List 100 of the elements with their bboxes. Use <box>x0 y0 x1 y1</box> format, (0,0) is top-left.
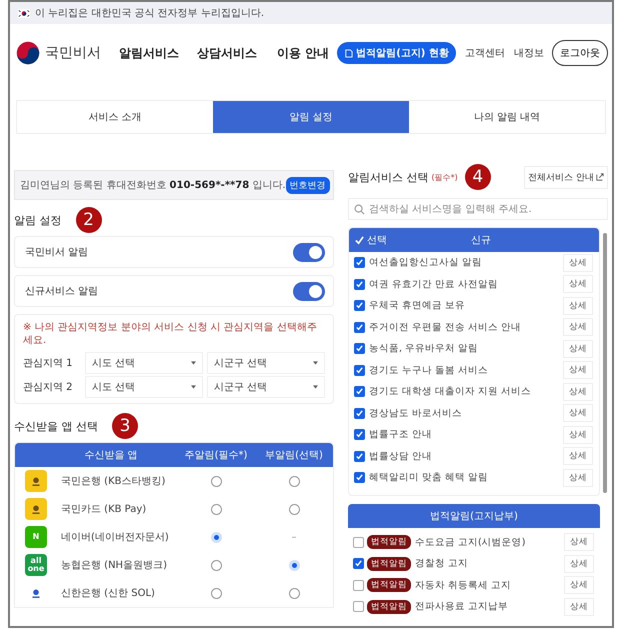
toggle-switch[interactable] <box>293 282 325 300</box>
service-name: 경기도 누구나 돌봄 서비스 <box>368 364 490 377</box>
banner-text: 이 누리집은 대한민국 공식 전자정부 누리집입니다. <box>35 7 264 20</box>
caret-icon <box>191 361 196 365</box>
header-link[interactable]: 내정보 <box>514 46 544 60</box>
service-name: 주거이전 우편물 전송 서비스 안내 <box>368 320 522 334</box>
checkbox[interactable] <box>354 429 365 440</box>
nav-link[interactable]: 이용 안내 <box>277 44 330 62</box>
service-name: 법률구조 안내 <box>368 428 434 442</box>
legal-tag: 법적알림 <box>367 578 411 592</box>
detail-button[interactable]: 상세 <box>563 361 593 380</box>
detail-button[interactable]: 상세 <box>563 318 593 336</box>
radio-button[interactable] <box>288 476 300 486</box>
app-icon: all one <box>25 554 47 576</box>
checkbox[interactable] <box>354 278 365 290</box>
step-badge: 2 <box>76 207 102 233</box>
legal-notice-button[interactable]: 법적알림(고지) 현황 <box>337 42 456 64</box>
service-name: 경찰청 고지 <box>414 557 470 570</box>
checkbox[interactable] <box>354 386 365 398</box>
detail-button[interactable]: 상세 <box>563 296 593 315</box>
caret-icon <box>313 361 318 365</box>
section-title: 알림서비스 선택 <box>348 170 428 184</box>
district-select[interactable]: 시군구 선택 <box>207 352 325 374</box>
detail-button[interactable]: 상세 <box>563 254 593 272</box>
detail-button[interactable]: 상세 <box>563 447 593 466</box>
search-icon <box>354 204 365 215</box>
service-name: 자동차 취등록세 고지 <box>414 578 512 592</box>
detail-button[interactable]: 상세 <box>563 275 593 294</box>
province-select[interactable]: 시도 선택 <box>85 376 203 398</box>
service-name: 혜택알리미 맞춤 혜택 알림 <box>368 471 490 484</box>
checkbox[interactable] <box>353 536 364 548</box>
detail-button[interactable]: 상세 <box>564 576 594 594</box>
checkbox[interactable] <box>354 450 365 462</box>
service-name: 여선출입항신고사실 알림 <box>368 256 484 270</box>
logo-text[interactable]: 국민비서 <box>45 44 101 62</box>
service-name: 우체국 휴면예금 보유 <box>368 299 466 312</box>
checkbox[interactable] <box>354 472 365 484</box>
check-icon <box>355 236 364 244</box>
detail-button[interactable]: 상세 <box>563 426 593 444</box>
detail-button[interactable]: 상세 <box>564 533 594 552</box>
toggle-label: 신규서비스 알림 <box>25 285 98 298</box>
checkbox[interactable] <box>354 322 365 333</box>
service-name: 농식품, 우유바우처 알림 <box>368 342 480 356</box>
nav-link[interactable]: 상담서비스 <box>197 44 257 62</box>
detail-button[interactable]: 상세 <box>564 554 594 573</box>
detail-button[interactable]: 상세 <box>563 340 593 358</box>
column-header: 선택 <box>367 234 388 247</box>
external-link-icon <box>596 173 604 181</box>
detail-button[interactable]: 상세 <box>563 468 593 487</box>
change-number-button[interactable]: 번호변경 <box>286 176 330 194</box>
service-name: 여권 유효기간 만료 사전알림 <box>368 278 500 291</box>
radio-button[interactable] <box>288 588 300 598</box>
app-name: 네이버(네이버전자문서) <box>60 531 170 544</box>
checkbox[interactable] <box>353 558 364 570</box>
logo-icon[interactable] <box>16 41 40 65</box>
service-name: 전파사용료 고지납부 <box>414 600 510 614</box>
checkbox[interactable] <box>353 601 364 612</box>
radio-button[interactable] <box>288 504 300 514</box>
service-name: 경상남도 바로서비스 <box>368 406 464 420</box>
caret-icon <box>191 385 196 389</box>
radio-button[interactable] <box>210 560 222 570</box>
district-select[interactable]: 시군구 선택 <box>207 376 325 398</box>
app-name: 국민카드 (KB Pay) <box>60 503 148 516</box>
step-badge: 4 <box>464 164 491 190</box>
radio-button[interactable] <box>210 504 222 514</box>
detail-button[interactable]: 상세 <box>563 382 593 401</box>
checkbox[interactable] <box>354 257 365 268</box>
checkbox[interactable] <box>354 300 365 312</box>
legal-tag: 법적알림 <box>367 535 411 550</box>
service-guide-button[interactable]: 전체서비스 안내 <box>524 166 608 188</box>
detail-button[interactable]: 상세 <box>564 598 594 616</box>
service-name: 수도요금 고지(시범운영) <box>414 536 526 549</box>
required-note: (필수*) <box>432 172 458 182</box>
checkbox[interactable] <box>354 364 365 376</box>
region-label: 관심지역 1 <box>23 357 74 370</box>
search-field[interactable]: 검색하실 서비스명을 입력해 주세요. <box>348 198 608 220</box>
province-select[interactable]: 시도 선택 <box>85 352 203 374</box>
caret-icon <box>313 385 318 389</box>
toggle-switch[interactable] <box>293 242 325 262</box>
legal-tag: 법적알림 <box>367 556 411 571</box>
logout-button[interactable]: 로그아웃 <box>552 40 608 66</box>
checkbox[interactable] <box>354 408 365 419</box>
legal-tag: 법적알림 <box>367 600 411 614</box>
document-icon <box>344 48 354 58</box>
radio-button[interactable] <box>210 476 222 486</box>
nav-link[interactable]: 알림서비스 <box>119 44 179 62</box>
checkbox[interactable] <box>354 343 365 354</box>
tab[interactable]: 알림 설정 <box>213 101 409 133</box>
legal-notice-header: 법적알림(고지납부) <box>348 504 600 528</box>
service-name: 법률상담 안내 <box>368 450 434 463</box>
service-name: 경기도 대학생 대출이자 지원 서비스 <box>368 385 532 398</box>
region-label: 관심지역 2 <box>23 381 74 394</box>
radio-button[interactable] <box>210 588 222 598</box>
flag-icon <box>18 8 30 18</box>
header-link[interactable]: 고객센터 <box>464 46 505 60</box>
app-name: 신한은행 (신한 SOL) <box>60 587 156 600</box>
checkbox[interactable] <box>353 580 364 591</box>
section-title: 수신받을 앱 선택 <box>14 418 98 434</box>
detail-button[interactable]: 상세 <box>563 404 593 422</box>
app-name: 국민은행 (KB스타뱅킹) <box>60 475 166 488</box>
